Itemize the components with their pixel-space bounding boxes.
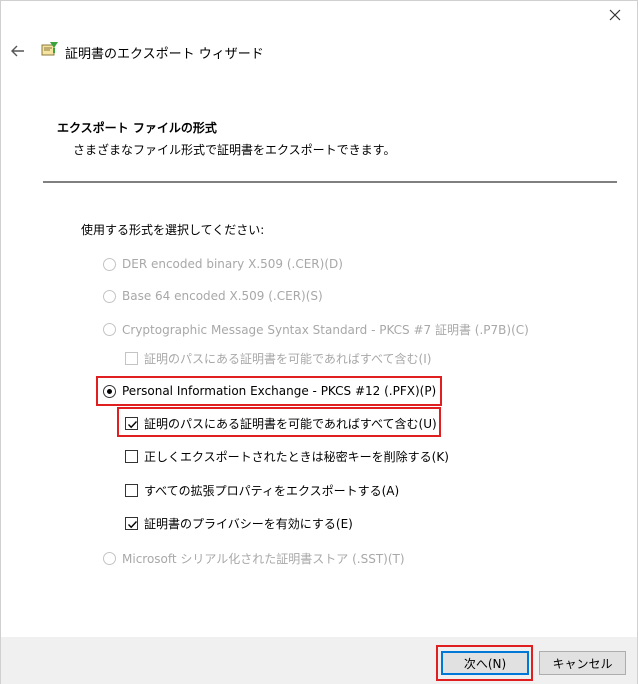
close-icon[interactable]: [607, 7, 623, 23]
checkbox-delete-private-key[interactable]: 正しくエクスポートされたときは秘密キーを削除する(K): [125, 448, 449, 465]
certificate-icon: [41, 40, 59, 58]
radio-pkcs7-p7b[interactable]: Cryptographic Message Syntax Standard - …: [103, 321, 529, 338]
radio-serialized-sst[interactable]: Microsoft シリアル化された証明書ストア (.SST)(T): [103, 550, 405, 567]
section-description: さまざまなファイル形式で証明書をエクスポートできます。: [73, 143, 396, 157]
checkbox-indicator[interactable]: [125, 450, 138, 463]
radio-der-cer[interactable]: DER encoded binary X.509 (.CER)(D): [103, 257, 343, 271]
checkbox-indicator[interactable]: [125, 352, 138, 365]
option-label: 証明のパスにある証明書を可能であればすべて含む(I): [144, 352, 432, 366]
option-label: Microsoft シリアル化された証明書ストア (.SST)(T): [122, 552, 405, 566]
checkbox-indicator[interactable]: [125, 517, 138, 530]
radio-indicator[interactable]: [103, 552, 116, 565]
checkbox-enable-certificate-privacy[interactable]: 証明書のプライバシーを有効にする(E): [125, 515, 353, 532]
header-separator: [43, 181, 617, 183]
radio-indicator[interactable]: [103, 289, 116, 303]
wizard-header: 証明書のエクスポート ウィザード: [1, 37, 637, 65]
radio-base64-cer[interactable]: Base 64 encoded X.509 (.CER)(S): [103, 289, 323, 303]
radio-indicator[interactable]: [103, 257, 116, 271]
back-arrow-icon[interactable]: [9, 42, 27, 60]
option-label: 証明書のプライバシーを有効にする(E): [144, 517, 353, 531]
format-prompt: 使用する形式を選択してください:: [81, 223, 265, 237]
wizard-title: 証明書のエクスポート ウィザード: [65, 47, 264, 62]
option-label: Cryptographic Message Syntax Standard - …: [122, 323, 529, 337]
checkbox-indicator[interactable]: [125, 484, 138, 497]
section-title: エクスポート ファイルの形式: [57, 121, 217, 135]
option-label: Base 64 encoded X.509 (.CER)(S): [122, 289, 323, 303]
checkbox-p7b-include-chain[interactable]: 証明のパスにある証明書を可能であればすべて含む(I): [125, 350, 431, 367]
option-label: すべての拡張プロパティをエクスポートする(A): [144, 484, 400, 498]
next-highlight-box: [436, 645, 533, 681]
option-label: DER encoded binary X.509 (.CER)(D): [122, 257, 343, 271]
radio-indicator[interactable]: [103, 323, 116, 336]
cancel-button[interactable]: キャンセル: [539, 651, 626, 675]
option-label: 正しくエクスポートされたときは秘密キーを削除する(K): [144, 450, 449, 464]
pfx-highlight-box: [96, 376, 442, 406]
checkbox-export-extended-properties[interactable]: すべての拡張プロパティをエクスポートする(A): [125, 482, 399, 499]
include-chain-highlight-box: [117, 407, 441, 437]
export-wizard-window: 証明書のエクスポート ウィザード エクスポート ファイルの形式 さまざまなファイ…: [0, 0, 638, 684]
wizard-footer: 次へ(N) キャンセル: [1, 637, 637, 684]
